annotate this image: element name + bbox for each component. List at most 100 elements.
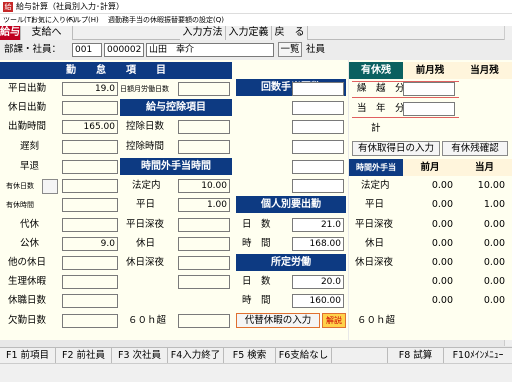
ot-summary-label-1: 平日 (365, 199, 385, 210)
status-bar (0, 363, 512, 382)
kintai-holiday-field[interactable] (62, 101, 118, 115)
overtime-legal-field[interactable]: 10.00 (178, 179, 230, 193)
current-year-field[interactable] (403, 102, 455, 116)
f4-button[interactable]: F4入力終了 (168, 348, 224, 364)
menu-tools[interactable]: ツール(T) (3, 14, 34, 26)
kintai-daikyu-field[interactable] (62, 218, 118, 232)
kintai-other-holiday-field[interactable] (62, 256, 118, 270)
f7-button[interactable] (332, 348, 388, 364)
count-pay-field-3[interactable] (292, 120, 344, 134)
function-key-bar: F1 前項目 F2 前社員 F3 次社員 F4入力終了 F5 検索 F6支給なし… (0, 347, 512, 364)
kintai-label-late: 遅刻 (20, 141, 40, 152)
kintai-worktime-field[interactable]: 165.00 (62, 120, 118, 134)
menu-bar: ツール(T) お気に入り(F) ヘルプ(H) 週勤務手当の休暇振替要額の設定(Q… (0, 14, 512, 26)
input-definition-button[interactable]: 入力定義 (226, 26, 272, 40)
kintai-label-worktime: 出勤時間 (8, 121, 47, 132)
menu-help[interactable]: ヘルプ(H) (67, 14, 99, 26)
kintai-late-field[interactable] (62, 140, 118, 154)
shotei-days-label: 日 数 (242, 276, 271, 287)
shotei-days-field[interactable]: 20.0 (292, 275, 344, 289)
ot-summary-label-4: 休日深夜 (355, 257, 394, 268)
f3-button[interactable]: F3 次社員 (112, 348, 168, 364)
menu-setting[interactable]: 週勤務手当の休暇振替要額の設定(Q) (108, 14, 224, 26)
f5-button[interactable]: F5 検索 (224, 348, 276, 364)
ot-summary-prev-3: 0.00 (431, 238, 453, 249)
deduction-time-field[interactable] (178, 140, 230, 154)
carry-over-label: 繰 越 分 (357, 83, 405, 94)
indiv-hours-field[interactable]: 168.00 (292, 237, 344, 251)
carry-over-field[interactable] (403, 82, 455, 96)
kintai-label-holiday: 休日出勤 (8, 102, 47, 113)
count-pay-field-2[interactable] (292, 101, 344, 115)
salary-tab[interactable]: 給与 (0, 26, 21, 40)
count-pay-field-6[interactable] (292, 179, 344, 193)
paid-days-picker-button[interactable] (42, 179, 58, 194)
kintai-weekday-field[interactable]: 19.0 (62, 82, 118, 96)
ot-summary-prev-2: 0.00 (431, 219, 453, 230)
paid-leave-prev-header: 前月残 (403, 62, 457, 79)
shotei-kinmu-field[interactable] (178, 82, 230, 96)
indiv-header: 個人別要出勤 (236, 196, 346, 213)
ot-summary-curr-3: 0.00 (483, 238, 505, 249)
ot-summary-curr-1: 1.00 (483, 199, 505, 210)
ot-summary-label-3: 休日 (365, 238, 385, 249)
overtime-weekday-night-field[interactable] (178, 218, 230, 232)
f8-button[interactable]: F8 試算 (388, 348, 444, 364)
overtime-label-weekday-night: 平日深夜 (126, 219, 165, 230)
substitute-leave-button[interactable]: 代替休暇の入力 (236, 313, 320, 328)
app-icon: 給 (3, 2, 13, 12)
title-bar: 給 給与計算（社員別入力･計算） (0, 0, 512, 14)
overtime-weekday-field[interactable]: 1.00 (178, 198, 230, 212)
kintai-menstrual-field[interactable] (62, 275, 118, 289)
f10-button[interactable]: F10ﾒｲﾝﾒﾆｭｰ (444, 348, 512, 364)
kintai-early-field[interactable] (62, 160, 118, 174)
deduction-days-field[interactable] (178, 120, 230, 134)
shotei-hours-field[interactable]: 160.00 (292, 294, 344, 308)
paid-leave-confirm-button[interactable]: 有休残確認 (442, 141, 508, 156)
indiv-days-field[interactable]: 21.0 (292, 218, 344, 232)
kintai-paid-hours-field[interactable] (62, 198, 118, 212)
kintai-absence-field[interactable] (62, 314, 118, 328)
ot-summary-prev-1: 0.00 (431, 199, 453, 210)
employee-code-field[interactable]: 000002 (104, 43, 144, 57)
indiv-days-label: 日 数 (242, 219, 271, 230)
overtime-holiday-field[interactable] (178, 237, 230, 251)
kintai-label-absence: 欠勤日数 (8, 315, 47, 326)
f2-button[interactable]: F2 前社員 (56, 348, 112, 364)
ot-summary-prev-0: 0.00 (431, 180, 453, 191)
employee-type: 社員 (306, 44, 326, 55)
kintai-label-daikyu: 代休 (20, 219, 40, 230)
overtime-60h-field[interactable] (178, 314, 230, 328)
pay-target-button[interactable]: 支給へ (21, 26, 73, 40)
f6-button[interactable]: F6支給なし (276, 348, 332, 364)
back-button[interactable]: 戻 る (272, 26, 308, 40)
substitute-remove-button[interactable]: 解説 (322, 313, 346, 328)
ot-summary-label-2: 平日深夜 (355, 219, 394, 230)
count-pay-field-4[interactable] (292, 140, 344, 154)
kintai-label-leave: 休職日数 (8, 295, 47, 306)
ot-summary-label-0: 法定内 (361, 180, 390, 191)
shotei-header: 所定労働 (236, 254, 346, 271)
kintai-koukyu-field[interactable]: 9.0 (62, 237, 118, 251)
ot-summary-prev-6: 0.00 (431, 295, 453, 306)
current-year-label: 当 年 分 (357, 103, 405, 114)
toolbar: 給与 支給へ 入力方法 入力定義 戻 る (0, 26, 512, 40)
overtime-label-holiday-night: 休日深夜 (126, 257, 165, 268)
overtime-holiday-night-field[interactable] (178, 256, 230, 270)
count-pay-field-1[interactable] (292, 82, 344, 96)
ot-summary-curr-header: 当月 (457, 159, 512, 176)
kintai-label-koukyu: 公休 (20, 238, 40, 249)
employee-list-button[interactable]: 一覧 (278, 42, 302, 57)
count-pay-field-5[interactable] (292, 160, 344, 174)
overtime-header: 時間外手当時間 (120, 158, 232, 175)
kintai-leave-field[interactable] (62, 294, 118, 308)
dept-code-field[interactable]: 001 (72, 43, 102, 57)
paid-leave-input-button[interactable]: 有休取得日の入力 (352, 141, 440, 156)
f1-button[interactable]: F1 前項目 (0, 348, 56, 364)
ot-summary-prev-4: 0.00 (431, 257, 453, 268)
overtime-extra-field[interactable] (178, 275, 230, 289)
input-method-button[interactable]: 入力方法 (180, 26, 226, 40)
overtime-label-weekday: 平日 (136, 199, 156, 210)
kintai-paid-days-field[interactable] (62, 179, 118, 193)
overtime-label-holiday: 休日 (136, 238, 156, 249)
